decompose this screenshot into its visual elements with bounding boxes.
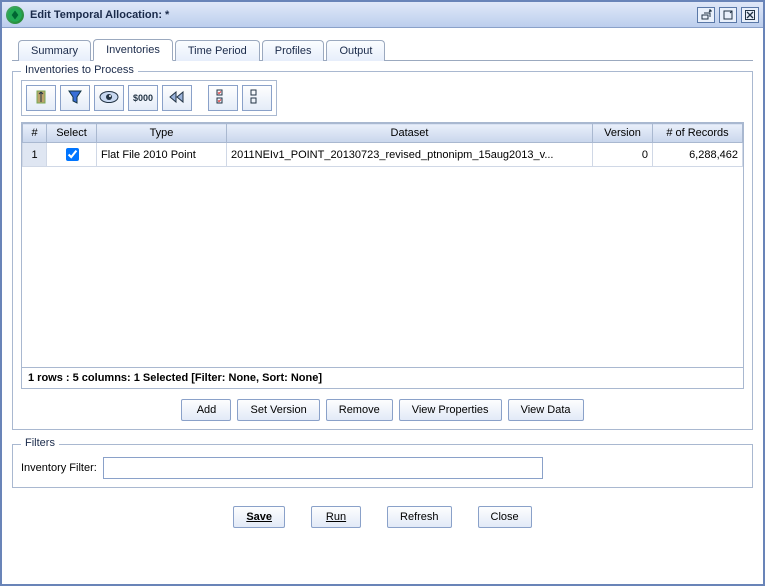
filters-legend: Filters [21,437,59,449]
reset-button[interactable] [162,85,192,111]
row-type: Flat File 2010 Point [97,143,227,167]
view-properties-button[interactable]: View Properties [399,399,502,421]
inventories-table: # Select Type Dataset Version # of Recor… [21,122,744,389]
app-icon [6,6,24,24]
view-data-button[interactable]: View Data [508,399,584,421]
title-bar: Edit Temporal Allocation: * [2,2,763,28]
col-type-header[interactable]: Type [97,124,227,143]
add-button[interactable]: Add [181,399,231,421]
tab-row: Summary Inventories Time Period Profiles… [12,38,753,61]
close-button-footer[interactable]: Close [478,506,532,528]
inventory-filter-input[interactable] [103,457,543,479]
refresh-button[interactable]: Refresh [387,506,452,528]
table-actions: Add Set Version Remove View Properties V… [21,399,744,421]
clear-all-button[interactable] [242,85,272,111]
format-icon: $000 [133,93,153,103]
row-dataset: 2011NEIv1_POINT_20130723_revised_ptnonip… [227,143,593,167]
table-status: 1 rows : 5 columns: 1 Selected [Filter: … [22,367,743,388]
table-row[interactable]: 1 Flat File 2010 Point 2011NEIv1_POINT_2… [23,143,743,167]
close-button[interactable] [741,7,759,23]
row-num: 1 [23,143,47,167]
eye-icon [99,90,119,107]
tab-summary[interactable]: Summary [18,40,91,61]
remove-button[interactable]: Remove [326,399,393,421]
inventories-group: Inventories to Process $000 [12,71,753,430]
filter-button[interactable] [60,85,90,111]
tab-profiles[interactable]: Profiles [262,40,325,61]
col-records-header[interactable]: # of Records [653,124,743,143]
save-button[interactable]: Save [233,506,285,528]
table-empty-area [22,167,743,367]
tab-inventories[interactable]: Inventories [93,39,173,61]
table-toolbar: $000 [21,80,277,116]
sort-button[interactable] [26,85,56,111]
set-version-button[interactable]: Set Version [237,399,319,421]
tab-time-period[interactable]: Time Period [175,40,260,61]
row-records: 6,288,462 [653,143,743,167]
footer-buttons: Save Run Refresh Close [12,506,753,528]
row-version: 0 [593,143,653,167]
row-select-cell[interactable] [47,143,97,167]
filters-group: Filters Inventory Filter: [12,444,753,488]
col-select-header[interactable]: Select [47,124,97,143]
format-button[interactable]: $000 [128,85,158,111]
col-dataset-header[interactable]: Dataset [227,124,593,143]
col-num-header[interactable]: # [23,124,47,143]
show-hide-button[interactable] [94,85,124,111]
row-select-checkbox[interactable] [66,148,79,161]
col-version-header[interactable]: Version [593,124,653,143]
run-button[interactable]: Run [311,506,361,528]
inventories-legend: Inventories to Process [21,64,138,76]
detach-button[interactable] [697,7,715,23]
tab-output[interactable]: Output [326,40,385,61]
maximize-button[interactable] [719,7,737,23]
clear-all-icon [250,89,264,108]
select-all-icon [216,89,230,108]
select-all-button[interactable] [208,85,238,111]
inventory-filter-label: Inventory Filter: [21,462,97,474]
window-title: Edit Temporal Allocation: * [30,9,697,21]
funnel-icon [66,88,84,109]
rewind-icon [168,90,186,107]
sort-icon [32,88,50,109]
